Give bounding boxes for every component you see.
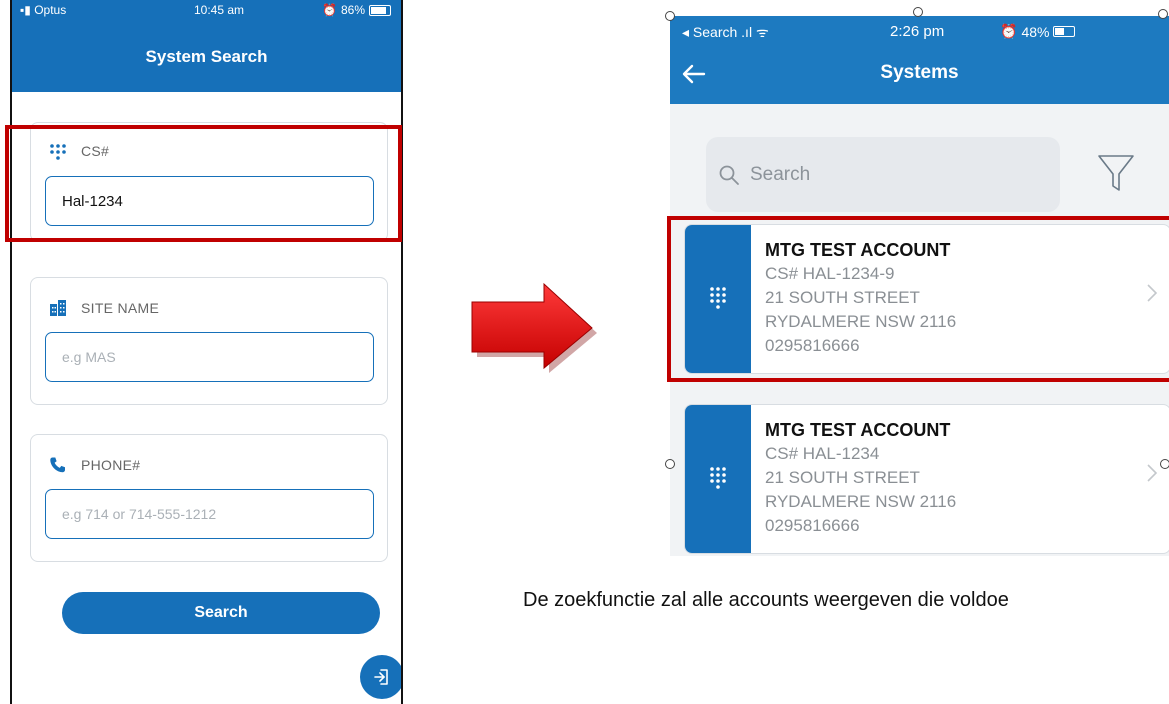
resize-handle — [1160, 459, 1169, 469]
status-bar: ▪▮ Optus 10:45 am ⏰ 86% — [12, 0, 401, 20]
battery-icon — [369, 4, 391, 16]
phone-number-label: PHONE# — [81, 457, 141, 473]
account-name: MTG TEST ACCOUNT — [765, 420, 951, 440]
account-street: 21 SOUTH STREET — [765, 468, 920, 487]
page-title: System Search — [145, 47, 268, 66]
status-time: 10:45 am — [194, 3, 245, 17]
system-search-screen: ▪▮ Optus 10:45 am ⏰ 86% System Search CS… — [10, 0, 403, 704]
account-details: MTG TEST ACCOUNT CS# HAL-1234 21 SOUTH S… — [765, 418, 956, 538]
resize-handle — [665, 11, 675, 21]
phone-number-card: PHONE# e.g 714 or 714-555-1212 — [30, 434, 388, 562]
back-to-search-link[interactable]: ◂ Search .ıl ᯤ — [682, 23, 769, 42]
alarm-icon: ⏰ — [1000, 23, 1018, 39]
search-input[interactable]: Search — [706, 137, 1060, 212]
site-name-card: SITE NAME e.g MAS — [30, 277, 388, 405]
highlight-first-result — [667, 216, 1169, 382]
phone-number-input[interactable]: e.g 714 or 714-555-1212 — [45, 489, 374, 539]
logout-button[interactable] — [360, 655, 401, 699]
signal-icon: ▪▮ — [20, 3, 35, 17]
account-cs-number: CS# HAL-1234 — [765, 444, 880, 463]
site-name-label: SITE NAME — [81, 300, 160, 316]
status-time: 2:26 pm — [890, 23, 945, 40]
search-button[interactable]: Search — [62, 592, 380, 634]
chevron-right-icon — [1147, 464, 1158, 482]
app-header: ◂ Search .ıl ᯤ 2:26 pm ⏰ 48% Systems — [670, 16, 1169, 104]
resize-handle — [665, 459, 675, 469]
site-name-input[interactable]: e.g MAS — [45, 332, 374, 382]
page-title: Systems — [880, 62, 959, 83]
highlight-cs-field — [5, 125, 402, 242]
red-arrow-icon — [471, 282, 597, 373]
resize-handle — [1158, 9, 1168, 19]
caption-text: De zoekfunctie zal alle accounts weergev… — [523, 589, 1009, 611]
account-suburb: RYDALMERE NSW 2116 — [765, 492, 957, 511]
account-list-item[interactable]: MTG TEST ACCOUNT CS# HAL-1234 21 SOUTH S… — [684, 404, 1169, 554]
resize-handle — [913, 7, 923, 17]
account-phone: 0295816666 — [765, 516, 860, 535]
filter-icon[interactable] — [1096, 152, 1136, 194]
battery-indicator: ⏰ 48% — [1000, 23, 1076, 40]
battery-indicator: ⏰ 86% — [322, 3, 391, 17]
alarm-icon: ⏰ — [322, 3, 337, 17]
battery-icon — [1053, 26, 1076, 37]
building-icon — [50, 300, 66, 316]
search-placeholder: Search — [750, 163, 811, 185]
signal-icon: .ıl ᯤ — [741, 24, 769, 40]
search-icon — [719, 165, 739, 185]
phone-icon — [50, 457, 65, 473]
carrier-label: ▪▮ Optus — [20, 3, 67, 17]
app-header: System Search — [12, 20, 401, 92]
account-side-strip — [685, 405, 751, 553]
logout-icon — [374, 669, 388, 685]
keypad-icon — [710, 467, 726, 489]
